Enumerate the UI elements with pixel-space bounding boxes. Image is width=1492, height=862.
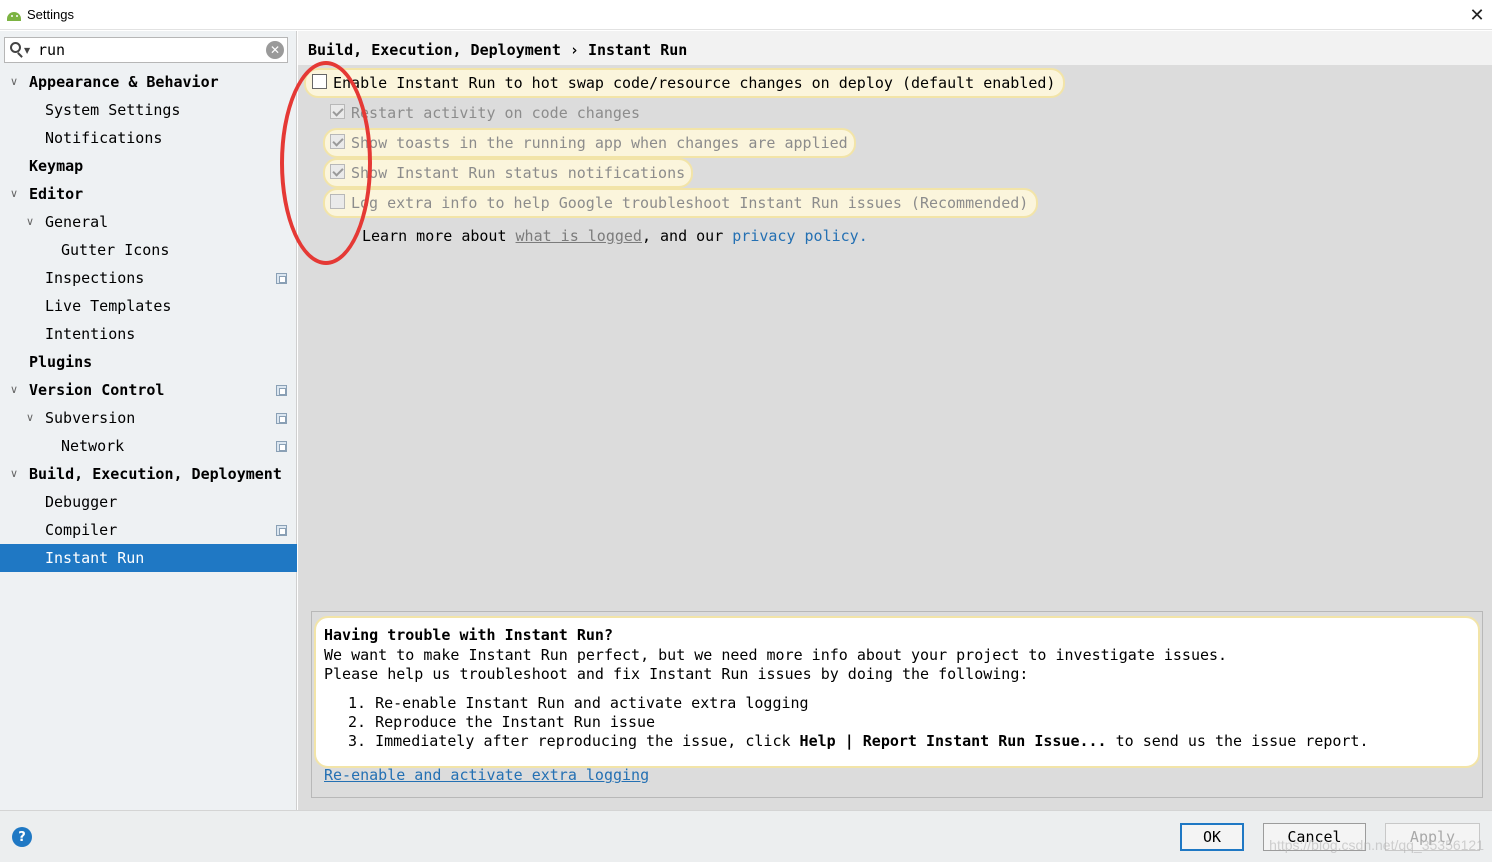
enable-instant-run-label: Enable Instant Run to hot swap code/reso…	[333, 74, 1056, 92]
sidebar-item-label: Live Templates	[45, 297, 172, 315]
settings-sidebar: ▼ run ✕ ∨ Appearance & Behavior System Set…	[0, 31, 297, 810]
sidebar-item[interactable]: ∨ Subversion	[0, 404, 297, 432]
chevron-down-icon[interactable]: ∨	[10, 68, 18, 96]
sidebar-item-label: Intentions	[45, 325, 136, 343]
trouble-line-2: Please help us troubleshoot and fix Inst…	[324, 665, 1029, 683]
project-level-icon	[276, 385, 287, 396]
chevron-down-icon[interactable]: ∨	[26, 208, 34, 236]
sidebar-item-label: Plugins	[29, 353, 93, 371]
chevron-down-icon[interactable]: ∨	[10, 180, 18, 208]
close-icon[interactable]: ✕	[1466, 4, 1488, 26]
ok-button[interactable]: OK	[1180, 823, 1244, 851]
sidebar-item-label: Network	[61, 437, 125, 455]
sidebar-item-label: Instant Run	[45, 549, 145, 567]
help-icon[interactable]: ?	[12, 827, 32, 847]
watermark: https://blog.csdn.net/qq_35356121	[1269, 837, 1484, 853]
trouble-steps: 1. Re-enable Instant Run and activate ex…	[324, 694, 1470, 751]
sidebar-item-label: Version Control	[29, 381, 165, 399]
sidebar-item-label: Appearance & Behavior	[29, 73, 219, 91]
title-bar: Settings ✕	[0, 0, 1492, 30]
learn-more-text: Learn more about what is logged, and our…	[362, 221, 868, 251]
trouble-message: Having trouble with Instant Run? We want…	[314, 616, 1480, 768]
restart-activity-label: Restart activity on code changes	[351, 104, 640, 122]
sidebar-item-label: Editor	[29, 185, 84, 203]
sidebar-item[interactable]: Network	[0, 432, 297, 460]
sidebar-item[interactable]: Gutter Icons	[0, 236, 297, 264]
sidebar-item[interactable]: ∨ Appearance & Behavior	[0, 68, 297, 96]
sidebar-item[interactable]: ∨ Build, Execution, Deployment	[0, 460, 297, 488]
window-title: Settings	[27, 7, 74, 22]
trouble-title: Having trouble with Instant Run?	[324, 626, 613, 644]
trouble-step-3-suffix: to send us the issue report.	[1106, 732, 1369, 750]
sidebar-item[interactable]: System Settings	[0, 96, 297, 124]
breadcrumb: Build, Execution, Deployment › Instant R…	[298, 31, 1492, 65]
show-toasts-label: Show toasts in the running app when chan…	[351, 134, 848, 152]
project-level-icon	[276, 441, 287, 452]
status-notifications-option: Show Instant Run status notifications	[323, 158, 694, 188]
learn-more-middle: , and our	[641, 227, 733, 245]
project-level-icon	[276, 525, 287, 536]
what-is-logged-link[interactable]: what is logged	[516, 227, 642, 245]
sidebar-item-label: Inspections	[45, 269, 145, 287]
search-field[interactable]: ▼ run ✕	[4, 37, 288, 63]
privacy-policy-link[interactable]: privacy policy.	[732, 227, 867, 245]
enable-instant-run-option[interactable]: Enable Instant Run to hot swap code/reso…	[304, 68, 1066, 98]
sidebar-item[interactable]: Inspections	[0, 264, 297, 292]
learn-more-prefix: Learn more about	[362, 227, 516, 245]
sidebar-item-label: Compiler	[45, 521, 118, 539]
red-circle-annotation	[280, 61, 372, 265]
trouble-step-3: 3. Immediately after reproducing the iss…	[348, 732, 1470, 751]
sidebar-item[interactable]: ∨ Editor	[0, 180, 297, 208]
clear-search-icon[interactable]: ✕	[266, 41, 284, 59]
trouble-line-1: We want to make Instant Run perfect, but…	[324, 646, 1228, 664]
android-studio-icon	[6, 9, 22, 21]
sidebar-item-label: Subversion	[45, 409, 136, 427]
sidebar-item[interactable]: Plugins	[0, 348, 297, 376]
sidebar-item-label: System Settings	[45, 101, 181, 119]
trouble-step-1: 1. Re-enable Instant Run and activate ex…	[348, 694, 809, 712]
sidebar-item[interactable]: ∨ Version Control	[0, 376, 297, 404]
sidebar-item-label: Notifications	[45, 129, 163, 147]
sidebar-item-label: General	[45, 213, 109, 231]
sidebar-item[interactable]: Live Templates	[0, 292, 297, 320]
sidebar-item[interactable]: Compiler	[0, 516, 297, 544]
trouble-step-3-prefix: 3. Immediately after reproducing the iss…	[348, 732, 800, 750]
restart-activity-option: Restart activity on code changes	[330, 98, 640, 128]
project-level-icon	[276, 413, 287, 424]
log-extra-info-label: Log extra info to help Google troublesho…	[351, 194, 1029, 212]
sidebar-item-label: Gutter Icons	[61, 241, 170, 259]
dialog-button-bar: ? OK Cancel Apply https://blog.csdn.net/…	[0, 810, 1492, 862]
sidebar-item-label: Debugger	[45, 493, 118, 511]
trouble-panel: Having trouble with Instant Run? We want…	[311, 611, 1483, 798]
search-input[interactable]: run	[32, 41, 266, 59]
reenable-logging-link[interactable]: Re-enable and activate extra logging	[324, 766, 649, 784]
search-icon[interactable]: ▼	[8, 40, 32, 60]
sidebar-item[interactable]: Notifications	[0, 124, 297, 152]
sidebar-item-label: Build, Execution, Deployment	[29, 465, 282, 483]
sidebar-item[interactable]: Debugger	[0, 488, 297, 516]
sidebar-item[interactable]: Instant Run	[0, 544, 297, 572]
settings-tree: ∨ Appearance & Behavior System Settings Not…	[0, 68, 297, 572]
sidebar-item[interactable]: ∨ General	[0, 208, 297, 236]
sidebar-item[interactable]: Intentions	[0, 320, 297, 348]
report-issue-menu-path: Help | Report Instant Run Issue...	[799, 732, 1107, 750]
chevron-down-icon[interactable]: ∨	[10, 376, 18, 404]
show-toasts-option: Show toasts in the running app when chan…	[323, 128, 856, 158]
sidebar-item-label: Keymap	[29, 157, 84, 175]
instant-run-panel: Build, Execution, Deployment › Instant R…	[280, 31, 1492, 810]
log-extra-info-option: Log extra info to help Google troublesho…	[323, 188, 1039, 218]
chevron-down-icon[interactable]: ∨	[10, 460, 18, 488]
project-level-icon	[276, 273, 287, 284]
chevron-down-icon[interactable]: ∨	[26, 404, 34, 432]
sidebar-item[interactable]: Keymap	[0, 152, 297, 180]
trouble-step-2: 2. Reproduce the Instant Run issue	[348, 713, 656, 731]
status-notifications-label: Show Instant Run status notifications	[351, 164, 686, 182]
